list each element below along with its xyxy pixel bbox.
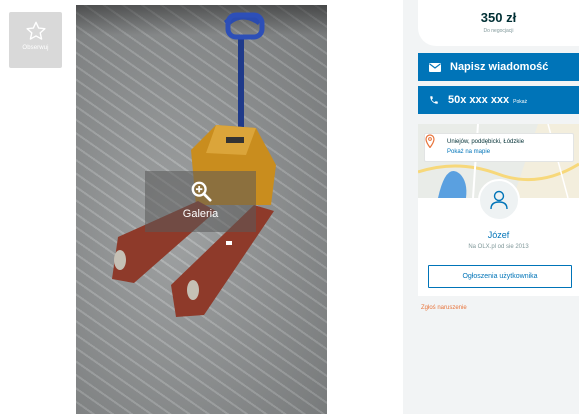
location-text: Uniejów, poddębicki, Łódzkie: [447, 139, 525, 145]
price-note: Do negocjacji: [483, 28, 514, 34]
price-box: 350 zł Do negocjacji: [418, 0, 579, 46]
phone-number: 50x xxx xxx: [448, 94, 510, 106]
gallery-label: Galeria: [182, 208, 219, 220]
phone-reveal-label[interactable]: Pokaż: [513, 99, 527, 105]
map-pin-icon: [425, 134, 435, 148]
envelope-icon: [429, 62, 441, 72]
seller-card: Uniejów, poddębicki, Łódzkie Pokaż na ma…: [418, 124, 579, 296]
star-icon: [25, 21, 46, 40]
show-on-map-link[interactable]: Pokaż na mapie: [447, 149, 490, 155]
show-phone-button[interactable]: 50x xxx xxx Pokaż: [418, 86, 579, 114]
send-message-label: Napisz wiadomość: [450, 61, 549, 73]
avatar: [478, 179, 520, 221]
report-link[interactable]: Zgłoś naruszenie: [421, 305, 467, 311]
gallery-button[interactable]: Galeria: [145, 171, 256, 232]
price-value: 350 zł: [480, 10, 517, 25]
photo-gallery: Obserwuj Galeria: [0, 0, 403, 414]
seller-name[interactable]: Józef: [418, 230, 579, 240]
send-message-button[interactable]: Napisz wiadomość: [418, 53, 579, 81]
zoom-in-icon: [191, 181, 212, 202]
user-icon: [490, 190, 508, 210]
seller-since: Na OLX.pl od sie 2013: [468, 244, 529, 250]
seller-ads-button[interactable]: Ogłoszenia użytkownika: [428, 265, 572, 288]
favorite-button[interactable]: Obserwuj: [9, 12, 62, 68]
favorite-label: Obserwuj: [22, 45, 49, 51]
phone-icon: [430, 96, 438, 104]
listing-page: Obserwuj Galeria 350 zł Do negocjacji Na…: [0, 0, 579, 414]
location-box: Uniejów, poddębicki, Łódzkie Pokaż na ma…: [424, 133, 574, 162]
